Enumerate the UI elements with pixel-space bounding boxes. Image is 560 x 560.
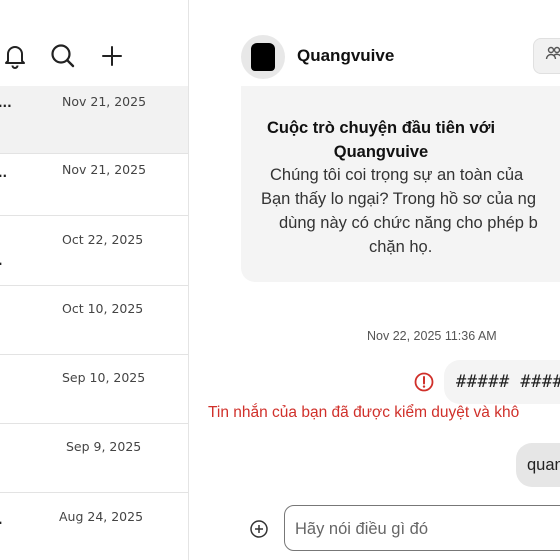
conversation-item[interactable]: ... Nov 21, 2025 (0, 86, 188, 154)
intro-title: Cuộc trò chuyện đầu tiên với Quangvuive (241, 116, 521, 164)
conversation-preview: . (0, 254, 3, 268)
message-text: ##### #### (456, 372, 560, 392)
conversation-date: Nov 21, 2025 (62, 162, 147, 177)
message-input[interactable] (293, 514, 557, 544)
conversation-sidebar: ... Nov 21, 2025 .. Nov 21, 2025 . Oct 2… (0, 0, 189, 560)
intro-body-line: chặn họ. (369, 238, 433, 256)
chat-panel: Quangvuive Cuộc trò chuyện đầu tiên với … (189, 0, 560, 560)
chat-partner-name[interactable]: Quangvuive (297, 46, 394, 66)
conversation-preview: . (0, 513, 3, 527)
sidebar-toolbar (0, 40, 188, 72)
intro-title-line: Quangvuive (333, 143, 429, 161)
conversation-date: Sep 10, 2025 (62, 370, 146, 385)
intro-body-line: Chúng tôi coi trọng sự an toàn của (270, 166, 524, 184)
intro-card: Cuộc trò chuyện đầu tiên với Quangvuive … (241, 86, 560, 282)
message-compose-box[interactable] (284, 505, 560, 551)
plus-icon[interactable] (97, 40, 127, 72)
message-timestamp: Nov 22, 2025 11:36 AM (367, 329, 497, 343)
message-text: quan (527, 456, 560, 474)
intro-body-line: Bạn thấy lo ngại? Trong hồ sơ của ng (261, 190, 537, 208)
search-icon[interactable] (48, 40, 78, 72)
avatar[interactable] (241, 35, 285, 79)
intro-body: Chúng tôi coi trọng sự an toàn của Bạn t… (261, 163, 560, 259)
conversation-date: Nov 21, 2025 (62, 94, 147, 109)
conversation-date: Oct 10, 2025 (62, 301, 144, 316)
conversation-item[interactable]: . Aug 24, 2025 (0, 493, 188, 560)
group-members-button[interactable] (533, 38, 560, 74)
conversation-date: Sep 9, 2025 (66, 439, 142, 454)
conversation-item[interactable]: Sep 9, 2025 (0, 424, 188, 493)
intro-title-line: Cuộc trò chuyện đầu tiên với (266, 119, 496, 137)
conversation-date: Oct 22, 2025 (62, 232, 144, 247)
moderation-warning: Tin nhắn của bạn đã được kiểm duyệt và k… (208, 404, 520, 421)
conversation-item[interactable]: .. Nov 21, 2025 (0, 146, 188, 216)
error-icon[interactable] (414, 372, 434, 392)
people-icon (544, 44, 560, 68)
conversation-preview: .. (0, 166, 8, 180)
message-bubble[interactable]: quan (516, 443, 560, 487)
bell-icon[interactable] (0, 40, 30, 72)
conversation-preview: ... (0, 96, 12, 110)
conversation-date: Aug 24, 2025 (59, 509, 144, 524)
message-bubble[interactable]: ##### #### (444, 360, 560, 404)
conversation-item[interactable]: Sep 10, 2025 (0, 355, 188, 424)
add-circle-icon[interactable] (249, 519, 269, 539)
conversation-item[interactable]: Oct 10, 2025 (0, 286, 188, 355)
intro-body-line: dùng này có chức năng cho phép b (279, 214, 538, 232)
conversation-item[interactable]: . Oct 22, 2025 (0, 216, 188, 286)
